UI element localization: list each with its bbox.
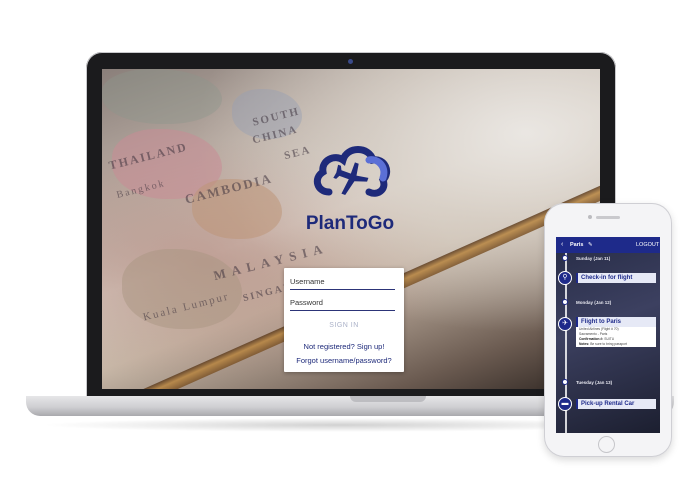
forgot-password-link[interactable]: Forgot username/password? (284, 356, 404, 365)
mobile-app-bar: ‹ Paris ✎ LOGOUT (556, 237, 660, 253)
sign-in-button[interactable]: SIGN IN (284, 322, 404, 329)
event-card[interactable]: Check-in for flight (576, 273, 656, 283)
brand-name: PlanToGo (305, 213, 395, 234)
timeline-dot (562, 299, 568, 305)
home-button[interactable] (598, 436, 615, 453)
laptop-screen: THAILAND CAMBODIA SOUTH CHINA SEA MALAYS… (102, 69, 600, 389)
login-card: SIGN IN Not registered? Sign up! Forgot … (284, 268, 404, 372)
event-notes: Notes: Be sure to bring passport (576, 342, 656, 347)
notes-label: Notes: (579, 342, 590, 346)
trip-timeline: Sunday (Jan 11) ⚲ Check-in for flight Mo… (556, 253, 660, 433)
map-landmass (122, 249, 242, 329)
timeline-dot (562, 379, 568, 385)
laptop-opening-notch (350, 396, 426, 402)
map-landmass (102, 69, 222, 124)
event-title: Pick-up Rental Car (576, 399, 656, 409)
logout-button[interactable]: LOGOUT (636, 242, 659, 248)
phone: ‹ Paris ✎ LOGOUT Sunday (Jan 11) ⚲ Check… (544, 203, 672, 457)
cloud-airplane-icon (313, 146, 391, 197)
signup-link[interactable]: Not registered? Sign up! (284, 342, 404, 351)
event-card[interactable]: Flight to Paris United Airlines (Flight … (576, 317, 656, 347)
day-header: Tuesday (Jan 13) (576, 380, 613, 385)
timeline-dot (562, 255, 568, 261)
phone-camera (588, 215, 592, 219)
airplane-icon: ✈ (558, 317, 572, 331)
day-header: Sunday (Jan 11) (576, 256, 611, 261)
password-field[interactable] (290, 295, 395, 311)
trip-title: Paris (570, 242, 584, 248)
chevron-left-icon[interactable]: ‹ (561, 241, 563, 248)
plantogo-logo (307, 134, 397, 214)
car-icon: ▬ (558, 397, 572, 411)
pencil-icon[interactable]: ✎ (588, 242, 593, 248)
confirmation-label: Confirmation #: (579, 337, 604, 341)
notes-value: Be sure to bring passport (590, 342, 628, 346)
event-title: Flight to Paris (576, 317, 656, 327)
laptop-camera (348, 59, 353, 64)
map-pin-icon: ⚲ (558, 271, 572, 285)
event-card[interactable]: Pick-up Rental Car (576, 399, 656, 409)
phone-screen: ‹ Paris ✎ LOGOUT Sunday (Jan 11) ⚲ Check… (556, 237, 660, 433)
phone-speaker (596, 216, 620, 219)
username-field[interactable] (290, 274, 395, 290)
event-title: Check-in for flight (576, 273, 656, 283)
day-header: Monday (Jan 12) (576, 300, 612, 305)
laptop: THAILAND CAMBODIA SOUTH CHINA SEA MALAYS… (86, 52, 616, 398)
confirmation-value: SUITU (604, 337, 615, 341)
